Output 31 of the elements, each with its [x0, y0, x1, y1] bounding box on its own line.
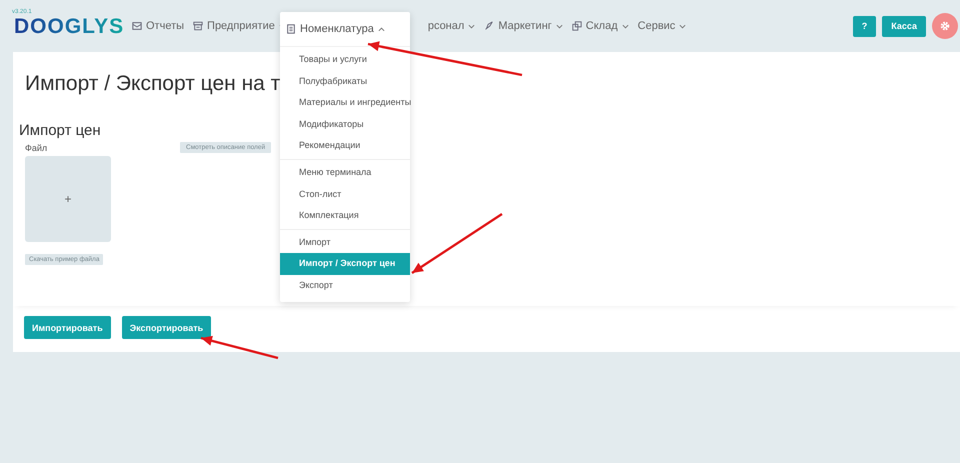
menu-item[interactable]: Товары и услуги [280, 49, 410, 71]
envelope-icon [132, 21, 142, 31]
section-title: Импорт цен [19, 122, 101, 139]
field-label: Файл [25, 142, 48, 152]
nav-menu-item[interactable]: Отчеты [132, 20, 184, 32]
menu-item[interactable]: Меню терминала [280, 162, 410, 184]
menu-item[interactable]: Импорт / Экспорт цен [280, 253, 410, 275]
menu-item[interactable]: Рекомендации [280, 135, 410, 157]
menu-item[interactable]: Материалы и ингредиенты [280, 92, 410, 114]
store-icon [193, 21, 204, 31]
action-button[interactable]: Экспортировать [122, 316, 212, 339]
nav-menu-item[interactable]: рсонал [428, 20, 476, 32]
menu-item[interactable]: Экспорт [280, 274, 410, 297]
copy-icon [572, 21, 582, 31]
file-upload-area[interactable]: + [25, 156, 111, 242]
nav-menu-item[interactable]: Склад [572, 20, 629, 32]
menu-item[interactable]: Комплектация [280, 205, 410, 227]
cashier-button[interactable]: Касса [882, 16, 926, 36]
settings-button[interactable] [932, 13, 958, 39]
nav-menu-item[interactable]: Маркетинг [484, 20, 563, 32]
menu-item[interactable]: Модификаторы [280, 114, 410, 136]
action-button[interactable]: Импортировать [24, 316, 111, 339]
menu-item[interactable]: Полуфабрикаты [280, 70, 410, 92]
settings-icon [939, 20, 951, 32]
menu-item[interactable]: Стоп-лист [280, 184, 410, 206]
help-button[interactable]: ? [852, 16, 876, 36]
document-icon [286, 24, 296, 34]
nav-menu-item[interactable]: Сервис [638, 20, 686, 32]
menu-title: Номенклатура [300, 23, 374, 35]
page-title: Импорт / Экспорт цен на т [25, 72, 280, 96]
menu-item[interactable]: Импорт [280, 232, 410, 254]
